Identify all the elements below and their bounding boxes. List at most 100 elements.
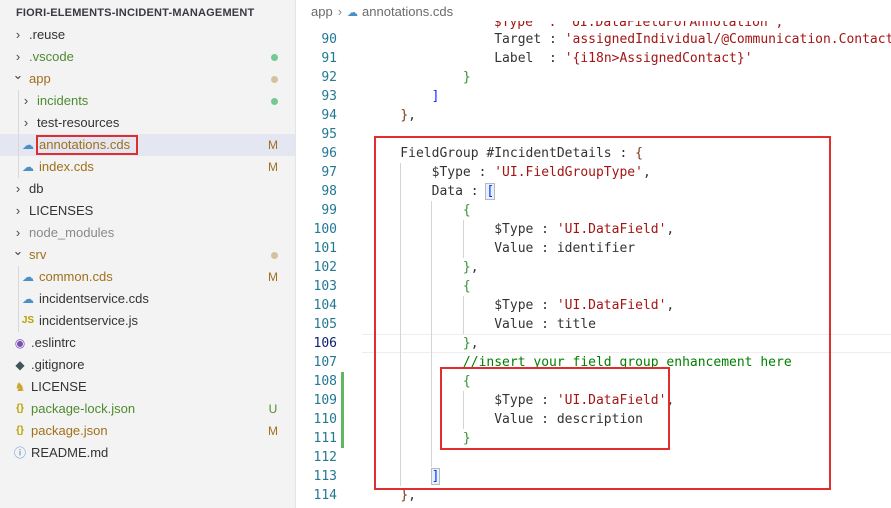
code-token: '{i18n>AssignedContact}' [564, 51, 753, 66]
chevron-right-icon[interactable]: › [12, 200, 24, 222]
tree-item-readme-md[interactable]: ⓘ README.md [0, 442, 295, 464]
chevron-right-icon[interactable]: › [12, 178, 24, 200]
tree-item-test-resources[interactable]: › test-resources [0, 112, 295, 134]
chevron-right-icon[interactable]: › [20, 90, 32, 112]
git-status-badge: M [268, 138, 278, 152]
tree-item-label: test-resources [37, 115, 120, 130]
code-token: , [408, 488, 416, 503]
tree-item-label: incidentservice.cds [39, 291, 149, 306]
tree-item-common-cds[interactable]: ☁ common.cds M [0, 266, 295, 288]
eslint-icon: ◉ [14, 336, 26, 350]
tree-item-label: README.md [31, 445, 109, 460]
line-number: 98 [321, 184, 337, 199]
tree-item-label: LICENSE [31, 379, 87, 394]
line-number: 93 [321, 89, 337, 104]
tree-item-vscode[interactable]: › .vscode [0, 46, 295, 68]
git-status-badge: U [268, 402, 278, 416]
code-line[interactable]: 93 ] [297, 87, 891, 106]
code-token: } [400, 488, 409, 503]
code-text: ] [369, 87, 440, 106]
indent-guide [18, 266, 19, 288]
code-text: } [369, 68, 471, 87]
line-number: 97 [321, 165, 337, 180]
js-file-icon: JS [21, 315, 35, 326]
file-tree: › .reuse › .vscode ⌄ app › incidents › test-resou… [0, 24, 295, 464]
line-number: 99 [321, 203, 337, 218]
breadcrumb-folder[interactable]: app [311, 4, 333, 19]
git-status-badge: M [268, 160, 278, 174]
git-status-badge: M [268, 424, 278, 438]
code-line[interactable]: 92 } [297, 68, 891, 87]
chevron-down-icon[interactable]: ⌄ [12, 64, 24, 86]
git-added-gutter-mark [341, 391, 344, 410]
tree-item-label: index.cds [39, 159, 94, 174]
tree-item-annotations-cds[interactable]: ☁ annotations.cds M [0, 134, 295, 156]
code-token: } [400, 108, 409, 123]
git-added-gutter-mark [341, 429, 344, 448]
tree-item-node-modules[interactable]: › node_modules [0, 222, 295, 244]
code-line[interactable]: 91 Label : '{i18n>AssignedContact}' [297, 49, 891, 68]
tree-item-label: app [29, 71, 51, 86]
tree-item-db[interactable]: › db [0, 178, 295, 200]
tree-item-label: .eslintrc [31, 335, 76, 350]
tree-item-package-lock-json[interactable]: {} package-lock.json U [0, 398, 295, 420]
tree-item-incidents[interactable]: › incidents [0, 90, 295, 112]
chevron-right-icon: › [337, 4, 343, 19]
code-line[interactable]: 94 }, [297, 106, 891, 125]
tree-item-eslintrc[interactable]: ◉ .eslintrc [0, 332, 295, 354]
chevron-right-icon[interactable]: › [20, 112, 32, 134]
code-line[interactable]: 90 Target : 'assignedIndividual/@Communi… [297, 30, 891, 49]
code-text: Label : '{i18n>AssignedContact}' [369, 49, 753, 68]
line-number: 90 [321, 32, 337, 47]
line-number: 113 [313, 469, 337, 484]
tree-item-app[interactable]: ⌄ app [0, 67, 295, 90]
tree-item-label: common.cds [39, 269, 113, 284]
breadcrumb-file[interactable]: annotations.cds [362, 4, 453, 19]
cds-file-icon: ☁ [22, 138, 34, 152]
tree-item-licenses[interactable]: › LICENSES [0, 200, 295, 222]
line-number: 108 [313, 374, 337, 389]
chevron-down-icon[interactable]: ⌄ [12, 240, 24, 262]
tree-item-incidentservice-cds[interactable]: ☁ incidentservice.cds [0, 288, 295, 310]
line-number: 109 [313, 393, 337, 408]
git-status-dot [271, 76, 278, 83]
code-text: Target : 'assignedIndividual/@Communicat… [369, 30, 891, 49]
tree-item-label: .reuse [29, 27, 66, 42]
code-token: ] [431, 89, 440, 104]
line-number: 96 [321, 146, 337, 161]
cds-file-icon: ☁ [22, 292, 34, 306]
git-status-dot [271, 54, 278, 61]
json-file-icon: {} [16, 403, 24, 414]
license-icon: ♞ [14, 380, 26, 394]
indent-guide [18, 288, 19, 310]
tree-item-gitignore[interactable]: ◆ .gitignore [0, 354, 295, 376]
line-number: 102 [313, 260, 337, 275]
red-highlight-box [36, 135, 138, 155]
tree-item-reuse[interactable]: › .reuse [0, 24, 295, 46]
breadcrumb: app › ☁ annotations.cds [311, 4, 453, 19]
tree-item-incidentservice-js[interactable]: JS incidentservice.js [0, 310, 295, 332]
code-editor[interactable]: app › ☁ annotations.cds $Type : 'UI.DataFie… [297, 0, 891, 508]
code-token: } [462, 70, 471, 85]
line-number: 106 [313, 336, 337, 351]
tree-item-label: incidentservice.js [39, 313, 138, 328]
tree-item-package-json[interactable]: {} package.json M [0, 420, 295, 442]
indent-guide [18, 112, 19, 134]
tree-item-license[interactable]: ♞ LICENSE [0, 376, 295, 398]
red-highlight-box-new-field [440, 367, 670, 450]
tree-item-label: node_modules [29, 225, 115, 240]
git-status-badge: M [268, 270, 278, 284]
tree-item-index-cds[interactable]: ☁ index.cds M [0, 156, 295, 178]
git-status-dot [271, 98, 278, 105]
chevron-right-icon[interactable]: › [12, 24, 24, 46]
tree-item-srv[interactable]: ⌄ srv [0, 243, 295, 266]
line-number: 101 [313, 241, 337, 256]
line-number: 105 [313, 317, 337, 332]
code-token: Target : [494, 32, 565, 47]
indent-guide [18, 134, 19, 156]
tree-item-label: LICENSES [29, 203, 94, 218]
